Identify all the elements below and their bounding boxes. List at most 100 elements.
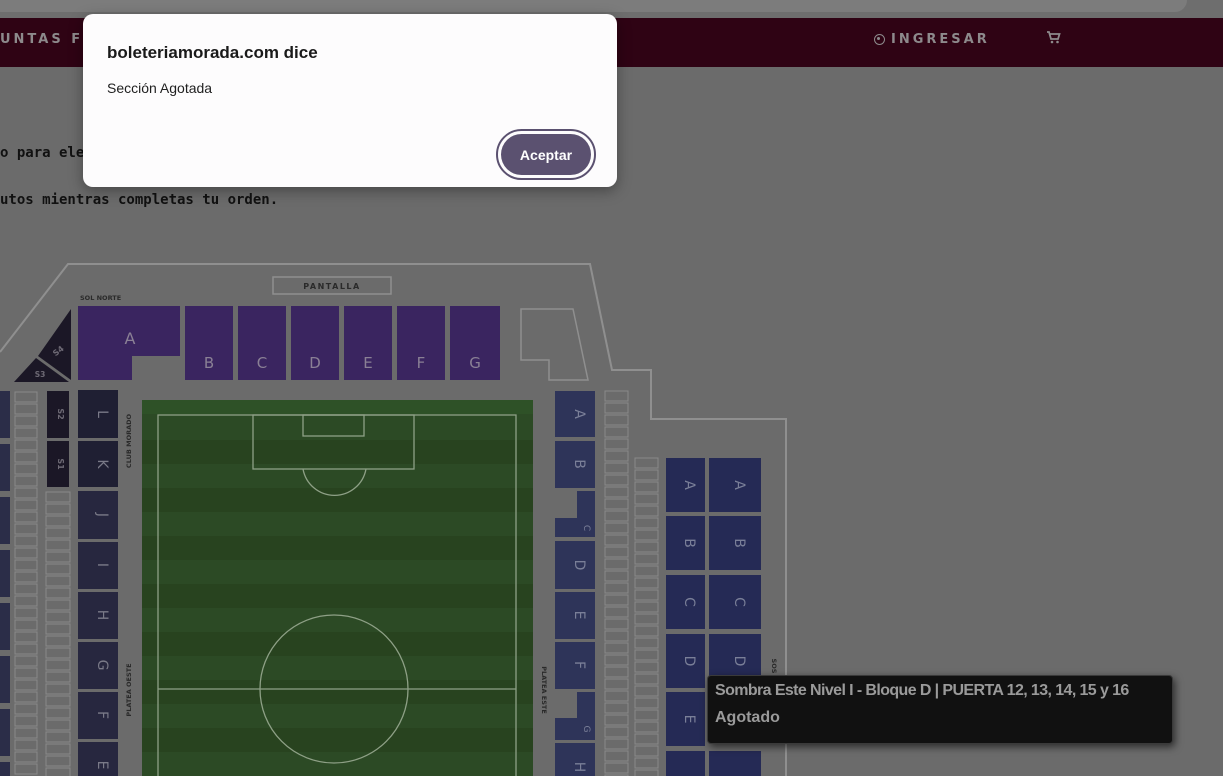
section-fareast-1-d-label: D	[681, 656, 697, 667]
seat-cell	[14, 535, 38, 547]
seat-cell	[604, 534, 629, 546]
seat-cell	[45, 575, 71, 587]
section-fareast-2-d-label: D	[731, 656, 747, 667]
seat-cell	[604, 570, 629, 582]
section-east-g-label: G	[581, 726, 591, 733]
seat-cell	[604, 594, 629, 606]
section-north-c-label: C	[257, 354, 267, 372]
section-north-a-label: A	[125, 329, 136, 348]
instruction-line-2: utos mientras completas tu orden.	[0, 192, 279, 208]
seat-cell	[604, 666, 629, 678]
seat-cell	[14, 403, 38, 415]
instruction-line-1: o para eleg	[0, 145, 93, 161]
seat-cell	[14, 703, 38, 715]
seat-cell	[14, 679, 38, 691]
seat-cell	[604, 438, 629, 450]
section-west-i-label: I	[94, 563, 110, 567]
corner-sections: S4 S3 S2 S1	[14, 309, 71, 487]
seat-cell	[14, 391, 38, 403]
seat-cell	[604, 462, 629, 474]
east-stand: A B C D E F G H	[555, 391, 595, 776]
seat-cell	[634, 577, 659, 589]
seat-cell	[604, 750, 629, 762]
section-east-e-label: E	[571, 611, 587, 620]
seat-cell	[634, 469, 659, 481]
east-seat-grid	[604, 390, 659, 776]
seat-cell	[14, 751, 38, 763]
seat-cell	[45, 683, 71, 695]
section-west-h-label: H	[94, 610, 110, 621]
soccer-field	[142, 400, 533, 776]
section-fareast-1-f[interactable]	[666, 751, 705, 776]
nav-link-preguntas-frecuentes[interactable]: UNTAS FR	[0, 32, 96, 47]
seat-cell	[45, 647, 71, 659]
section-north-e-label: E	[363, 354, 372, 372]
section-west-e[interactable]	[78, 742, 118, 776]
seat-cell	[14, 631, 38, 643]
seat-cell	[604, 690, 629, 702]
seat-cell	[14, 439, 38, 451]
seat-cell	[45, 767, 71, 776]
section-west-j-label: J	[94, 512, 110, 517]
section-s1-label: S1	[56, 458, 65, 470]
platea-este-label: PLATEA ESTE	[540, 666, 548, 714]
seat-cell	[634, 709, 659, 721]
seat-cell	[634, 493, 659, 505]
seat-cell	[634, 601, 659, 613]
seat-cell	[45, 527, 71, 539]
section-fareast-2-b-label: B	[731, 538, 747, 548]
seat-cell	[604, 558, 629, 570]
seat-cell	[45, 731, 71, 743]
seat-cell	[634, 745, 659, 757]
seat-cell	[634, 661, 659, 673]
seat-cell	[604, 642, 629, 654]
tooltip-status: Agotado	[715, 709, 780, 726]
seat-cell	[604, 510, 629, 522]
seat-cell	[14, 619, 38, 631]
seat-cell	[14, 427, 38, 439]
seat-cell	[45, 515, 71, 527]
seat-cell	[14, 655, 38, 667]
seat-cell	[634, 553, 659, 565]
seat-cell	[14, 727, 38, 739]
section-s3-label: S3	[35, 370, 46, 379]
seat-cell	[45, 755, 71, 767]
seat-cell	[14, 763, 38, 775]
seat-cell	[634, 733, 659, 745]
seat-cell	[14, 415, 38, 427]
accept-button[interactable]: Aceptar	[496, 129, 596, 180]
seat-cell	[604, 654, 629, 666]
seat-cell	[634, 457, 659, 469]
seat-cell	[634, 589, 659, 601]
section-north-d-label: D	[309, 354, 321, 372]
section-east-a-label: A	[571, 409, 587, 419]
seat-cell	[604, 618, 629, 630]
section-fareast-2-f[interactable]	[709, 751, 761, 776]
seat-cell	[634, 649, 659, 661]
section-north-f-label: F	[417, 354, 426, 372]
login-link[interactable]: INGRESAR	[874, 32, 990, 47]
seat-cell	[45, 563, 71, 575]
cart-button[interactable]	[1046, 30, 1061, 48]
section-west-k-label: K	[94, 459, 110, 469]
seat-cell	[45, 659, 71, 671]
seat-cell	[45, 587, 71, 599]
seat-cell	[14, 475, 38, 487]
seat-cell	[634, 541, 659, 553]
section-north-g-label: G	[469, 354, 481, 372]
sos-label: SOS	[770, 659, 778, 674]
section-east-h-label: H	[571, 762, 587, 773]
seat-cell	[634, 625, 659, 637]
seat-cell	[14, 595, 38, 607]
section-west-l-label: L	[94, 410, 110, 418]
section-east-b-label: B	[571, 459, 587, 469]
seat-cell	[14, 559, 38, 571]
seat-cell	[45, 539, 71, 551]
seat-cell	[604, 630, 629, 642]
user-circle-icon	[874, 34, 885, 45]
section-east-g[interactable]	[555, 692, 595, 740]
seat-cell	[634, 517, 659, 529]
accept-button-label: Aceptar	[501, 134, 591, 175]
seat-cell	[45, 671, 71, 683]
tooltip-title: Sombra Este Nivel I - Bloque D | PUERTA …	[715, 682, 1129, 699]
